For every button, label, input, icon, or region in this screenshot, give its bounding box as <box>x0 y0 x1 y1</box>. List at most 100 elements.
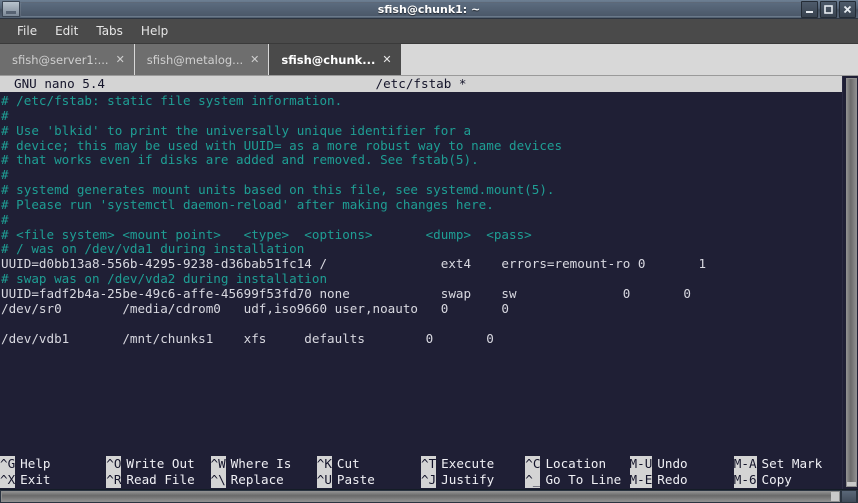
nano-line <box>1 317 842 332</box>
menu-item-file[interactable]: File <box>8 21 46 41</box>
nano-shortcut-key: ^G <box>0 456 16 472</box>
nano-shortcut-label: Write Out <box>126 456 195 471</box>
nano-shortcut-label: Replace <box>230 472 284 487</box>
nano-line: # Please run 'systemctl daemon-reload' a… <box>1 196 494 212</box>
nano-shortcut-key: M-6 <box>733 472 757 488</box>
nano-shortcut-key: ^U <box>316 472 332 488</box>
nano-shortcut[interactable]: ^G Help <box>0 456 106 472</box>
nano-line: # that works even if disks are added and… <box>1 152 479 168</box>
nano-shortcut-key: ^R <box>106 472 122 488</box>
nano-shortcut[interactable]: ^C Location <box>525 456 629 472</box>
maximize-icon[interactable] <box>820 1 837 18</box>
nano-shortcut[interactable]: ^J Justify <box>421 472 525 488</box>
nano-shortcut-bar: ^G Help ^O Write Out ^W Where Is ^K Cut ^T Execut… <box>0 455 842 489</box>
nano-shortcut[interactable]: M-E Redo <box>629 472 734 488</box>
vertical-scrollbar-thumb[interactable] <box>847 79 856 482</box>
tab-close-icon[interactable]: ✕ <box>250 54 259 65</box>
nano-shortcut-label: Undo <box>657 456 688 471</box>
nano-shortcut[interactable]: ^W Where Is <box>210 456 317 472</box>
tab-sfish-server1[interactable]: sfish@server1:... ✕ <box>0 44 135 75</box>
nano-filename-label: /etc/fstab * <box>375 76 467 91</box>
menubar: File Edit Tabs Help <box>0 19 858 44</box>
close-icon[interactable] <box>839 1 856 18</box>
nano-shortcut-label: Read File <box>126 472 195 487</box>
nano-shortcut-key: M-U <box>629 456 653 472</box>
nano-shortcut[interactable]: M-6 Copy <box>733 472 842 488</box>
nano-shortcut-label: Cut <box>336 456 360 471</box>
nano-shortcut[interactable]: M-U Undo <box>629 456 734 472</box>
nano-shortcut-key: ^\ <box>210 472 226 488</box>
nano-shortcut-label: Copy <box>761 472 792 487</box>
terminal-area: GNU nano 5.4 /etc/fstab * # /etc/fstab: … <box>0 76 858 489</box>
nano-shortcut-label: Set Mark <box>761 456 823 471</box>
horizontal-scrollbar-thumb[interactable] <box>2 492 831 501</box>
tab-label: sfish@metalog... <box>146 52 244 67</box>
nano-shortcut-key: ^O <box>106 456 122 472</box>
nano-shortcut-row-1: ^G Help ^O Write Out ^W Where Is ^K Cut ^T Execut… <box>0 456 842 472</box>
nano-shortcut-key: ^_ <box>525 472 541 488</box>
nano-shortcut[interactable]: ^\ Replace <box>210 472 317 488</box>
menu-item-tabs[interactable]: Tabs <box>87 21 132 41</box>
tab-close-icon[interactable]: ✕ <box>116 54 125 65</box>
tab-sfish-metalog[interactable]: sfish@metalog... ✕ <box>134 44 270 75</box>
nano-line: # <box>1 211 9 227</box>
menu-item-edit[interactable]: Edit <box>46 21 87 41</box>
nano-shortcut[interactable]: ^_ Go To Line <box>525 472 629 488</box>
nano-titlebar: GNU nano 5.4 /etc/fstab * <box>0 76 842 92</box>
nano-line: # <file system> <mount point> <type> <op… <box>1 226 532 242</box>
tabbar: sfish@server1:... ✕ sfish@metalog... ✕ s… <box>0 44 858 76</box>
nano-shortcut-key: ^X <box>0 472 16 488</box>
nano-line: UUID=d0bb13a8-556b-4295-9238-d36bab51fc1… <box>1 256 707 272</box>
nano-shortcut[interactable]: ^R Read File <box>106 472 210 488</box>
nano-text-buffer[interactable]: # /etc/fstab: static file system informa… <box>0 92 842 455</box>
window-controls <box>801 1 856 18</box>
nano-shortcut[interactable]: ^K Cut <box>316 456 421 472</box>
nano-shortcut[interactable]: ^U Paste <box>316 472 421 488</box>
nano-shortcut-key: ^T <box>421 456 437 472</box>
nano-line: # systemd generates mount units based on… <box>1 182 555 198</box>
nano-shortcut-label: Redo <box>657 472 688 487</box>
nano-line: /dev/sr0 /media/cdrom0 udf,iso9660 user,… <box>1 300 509 316</box>
menu-item-help[interactable]: Help <box>132 21 177 41</box>
nano-shortcut-label: Paste <box>336 472 375 487</box>
tab-close-icon[interactable]: ✕ <box>382 54 391 65</box>
nano-shortcut-label: Justify <box>441 472 495 487</box>
nano-shortcut-key: ^K <box>316 456 332 472</box>
nano-shortcut-key: ^W <box>210 456 226 472</box>
nano-shortcut[interactable]: ^T Execute <box>421 456 525 472</box>
tabbar-empty-area <box>401 44 858 75</box>
vertical-scrollbar-track[interactable] <box>846 78 857 487</box>
nano-shortcut[interactable]: ^O Write Out <box>106 456 210 472</box>
nano-shortcut[interactable]: ^X Exit <box>0 472 106 488</box>
titlebar-inset <box>20 2 802 17</box>
nano-shortcut-label: Location <box>545 456 607 471</box>
nano-shortcut-label: Help <box>20 456 51 471</box>
nano-line: # /etc/fstab: static file system informa… <box>1 93 343 108</box>
resize-grip[interactable] <box>841 490 857 503</box>
nano-line: # <box>1 108 842 124</box>
nano-line: # device; this may be used with UUID= as… <box>1 137 563 153</box>
tab-label: sfish@server1:... <box>12 52 109 67</box>
vertical-scrollbar[interactable] <box>842 76 858 489</box>
nano-shortcut[interactable]: M-A Set Mark <box>733 456 842 472</box>
horizontal-scrollbar-track[interactable] <box>1 491 840 502</box>
horizontal-scrollbar[interactable] <box>0 489 858 503</box>
nano-line: /dev/vdb1 /mnt/chunks1 xfs defaults 0 0 <box>1 330 494 346</box>
terminal-icon[interactable] <box>2 1 20 17</box>
nano-shortcut-key: M-A <box>733 456 757 472</box>
nano-shortcut-label: Where Is <box>230 456 292 471</box>
terminal-window: sfish@chunk1: ~ File Edit Tabs Help sfis… <box>0 0 858 503</box>
nano-shortcut-row-2: ^X Exit ^R Read File ^\ Replace ^U Paste ^J Justi… <box>0 472 842 488</box>
window-titlebar: sfish@chunk1: ~ <box>0 0 858 19</box>
nano-editor[interactable]: GNU nano 5.4 /etc/fstab * # /etc/fstab: … <box>0 76 842 489</box>
nano-shortcut-key: M-E <box>629 472 653 488</box>
tab-sfish-chunk[interactable]: sfish@chunk... ✕ <box>269 44 402 75</box>
nano-line: # / was on /dev/vda1 during installation <box>1 241 305 257</box>
nano-shortcut-label: Execute <box>441 456 495 471</box>
tab-label: sfish@chunk... <box>281 52 376 67</box>
nano-line: UUID=fadf2b4a-25be-49c6-affe-45699f53fd7… <box>1 285 691 301</box>
minimize-icon[interactable] <box>801 1 818 18</box>
nano-line: # Use 'blkid' to print the universally u… <box>1 122 472 138</box>
nano-line: # <box>1 167 9 183</box>
nano-shortcut-key: ^C <box>525 456 541 472</box>
